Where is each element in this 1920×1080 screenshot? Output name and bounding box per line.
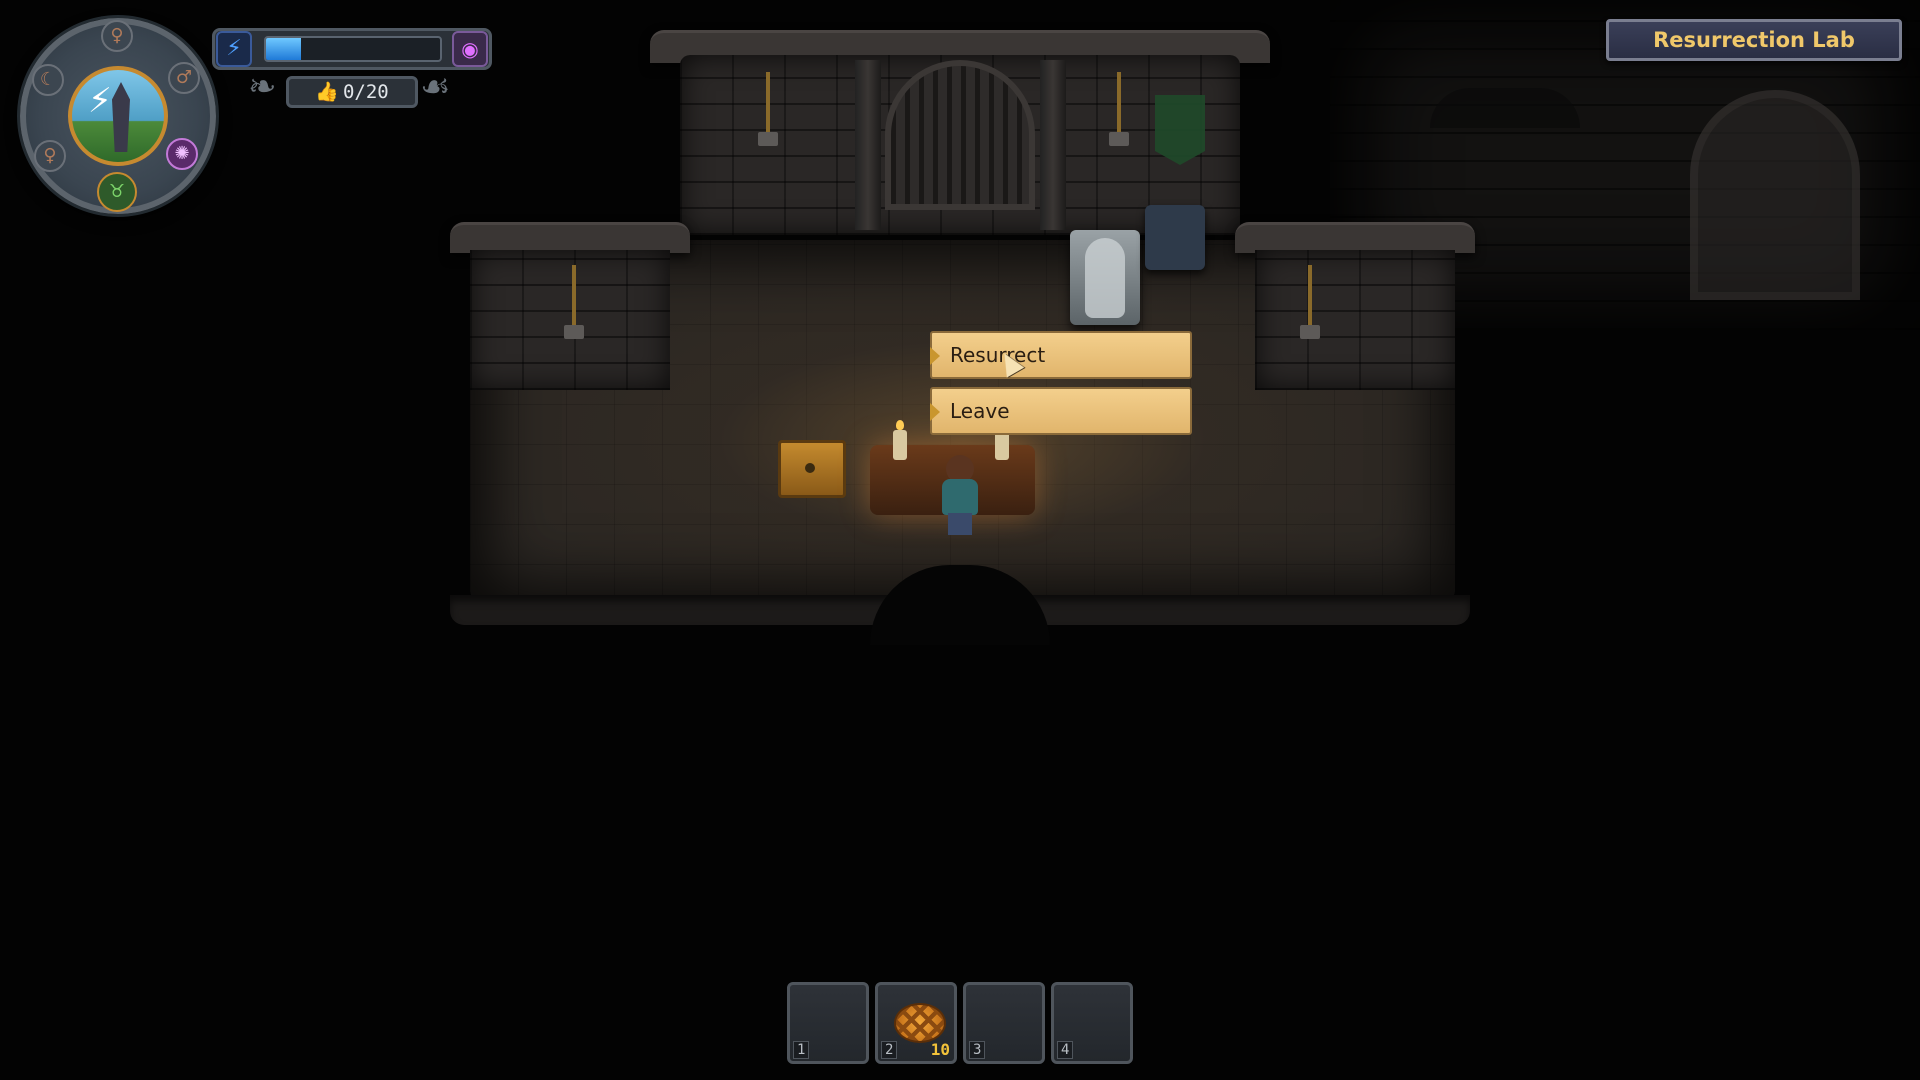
medallion-day-slot-icon: ☾ — [32, 64, 64, 96]
player-torso — [942, 479, 978, 515]
hanging-lamp — [1109, 72, 1129, 146]
hotbar-slot-4[interactable]: 4 — [1051, 982, 1133, 1064]
hanging-lamp — [1300, 265, 1320, 339]
ornament-curl-icon: ☙ — [420, 67, 451, 107]
lightning-icon: ⚡ — [216, 31, 252, 67]
left-gate-pillar — [855, 60, 881, 230]
energy-bar — [264, 36, 442, 62]
medallion-day-slot-icon: ♂ — [168, 62, 200, 94]
hotbar-slot-2[interactable]: 2 10 — [875, 982, 957, 1064]
medallion-day-slot-icon: ♀ — [101, 20, 133, 52]
option-label: Resurrect — [950, 343, 1046, 367]
player-character — [937, 455, 983, 535]
slot-number: 3 — [969, 1041, 986, 1059]
option-arrow-icon — [930, 403, 940, 421]
player-legs — [948, 513, 972, 535]
slot-number: 2 — [881, 1041, 898, 1059]
ornament-curl-icon: ❧ — [248, 67, 277, 107]
game-viewport: ⚡ ♀ ☾ ♂ ♀ ✺ ♉ ⚡ ◉ ❧ ☙ 👍 0/20 Resurrection… — [0, 0, 1920, 1080]
thumbs-up-icon: 👍 — [315, 81, 339, 103]
lightning-bolt-icon: ⚡ — [88, 81, 112, 121]
right-wall — [1255, 250, 1455, 390]
right-room-arch-top — [1430, 88, 1580, 128]
slot-number: 4 — [1057, 1041, 1074, 1059]
portcullis-gate — [885, 60, 1035, 210]
resurrect-option-button[interactable]: Resurrect — [930, 331, 1192, 379]
covered-body — [1085, 238, 1125, 318]
day-sky-icon: ⚡ — [68, 66, 168, 166]
medallion-bottom-emblem-icon: ♉ — [97, 172, 137, 212]
hanging-lamp — [564, 265, 584, 339]
energy-bar-fill — [266, 38, 301, 60]
medallion-day-slot-icon: ♀ — [34, 140, 66, 172]
technology-points-value: 0/20 — [342, 81, 389, 103]
alchemy-apparatus[interactable] — [1145, 205, 1205, 270]
hotbar-slot-1[interactable]: 1 — [787, 982, 869, 1064]
medallion-active-day-icon: ✺ — [166, 138, 198, 170]
faith-swirl-icon: ◉ — [452, 31, 488, 67]
right-wall-top — [1235, 222, 1475, 253]
option-arrow-icon — [930, 347, 940, 365]
location-title: Resurrection Lab — [1606, 19, 1902, 61]
tower-icon — [112, 82, 130, 152]
left-wall-top — [450, 222, 690, 253]
pie-icon — [894, 1003, 946, 1043]
option-label: Leave — [950, 399, 1010, 423]
slot-number: 1 — [793, 1041, 810, 1059]
leave-option-button[interactable]: Leave — [930, 387, 1192, 435]
right-gate-pillar — [1040, 60, 1066, 230]
left-wall — [470, 250, 670, 390]
hanging-lamp — [758, 72, 778, 146]
right-room-archway — [1690, 90, 1860, 300]
storage-chest[interactable] — [778, 440, 846, 498]
slot-item-count: 10 — [930, 1040, 950, 1059]
technology-points-counter: 👍 0/20 — [286, 76, 418, 108]
candle — [893, 420, 907, 460]
hotbar-slot-3[interactable]: 3 — [963, 982, 1045, 1064]
green-banner — [1155, 95, 1205, 165]
